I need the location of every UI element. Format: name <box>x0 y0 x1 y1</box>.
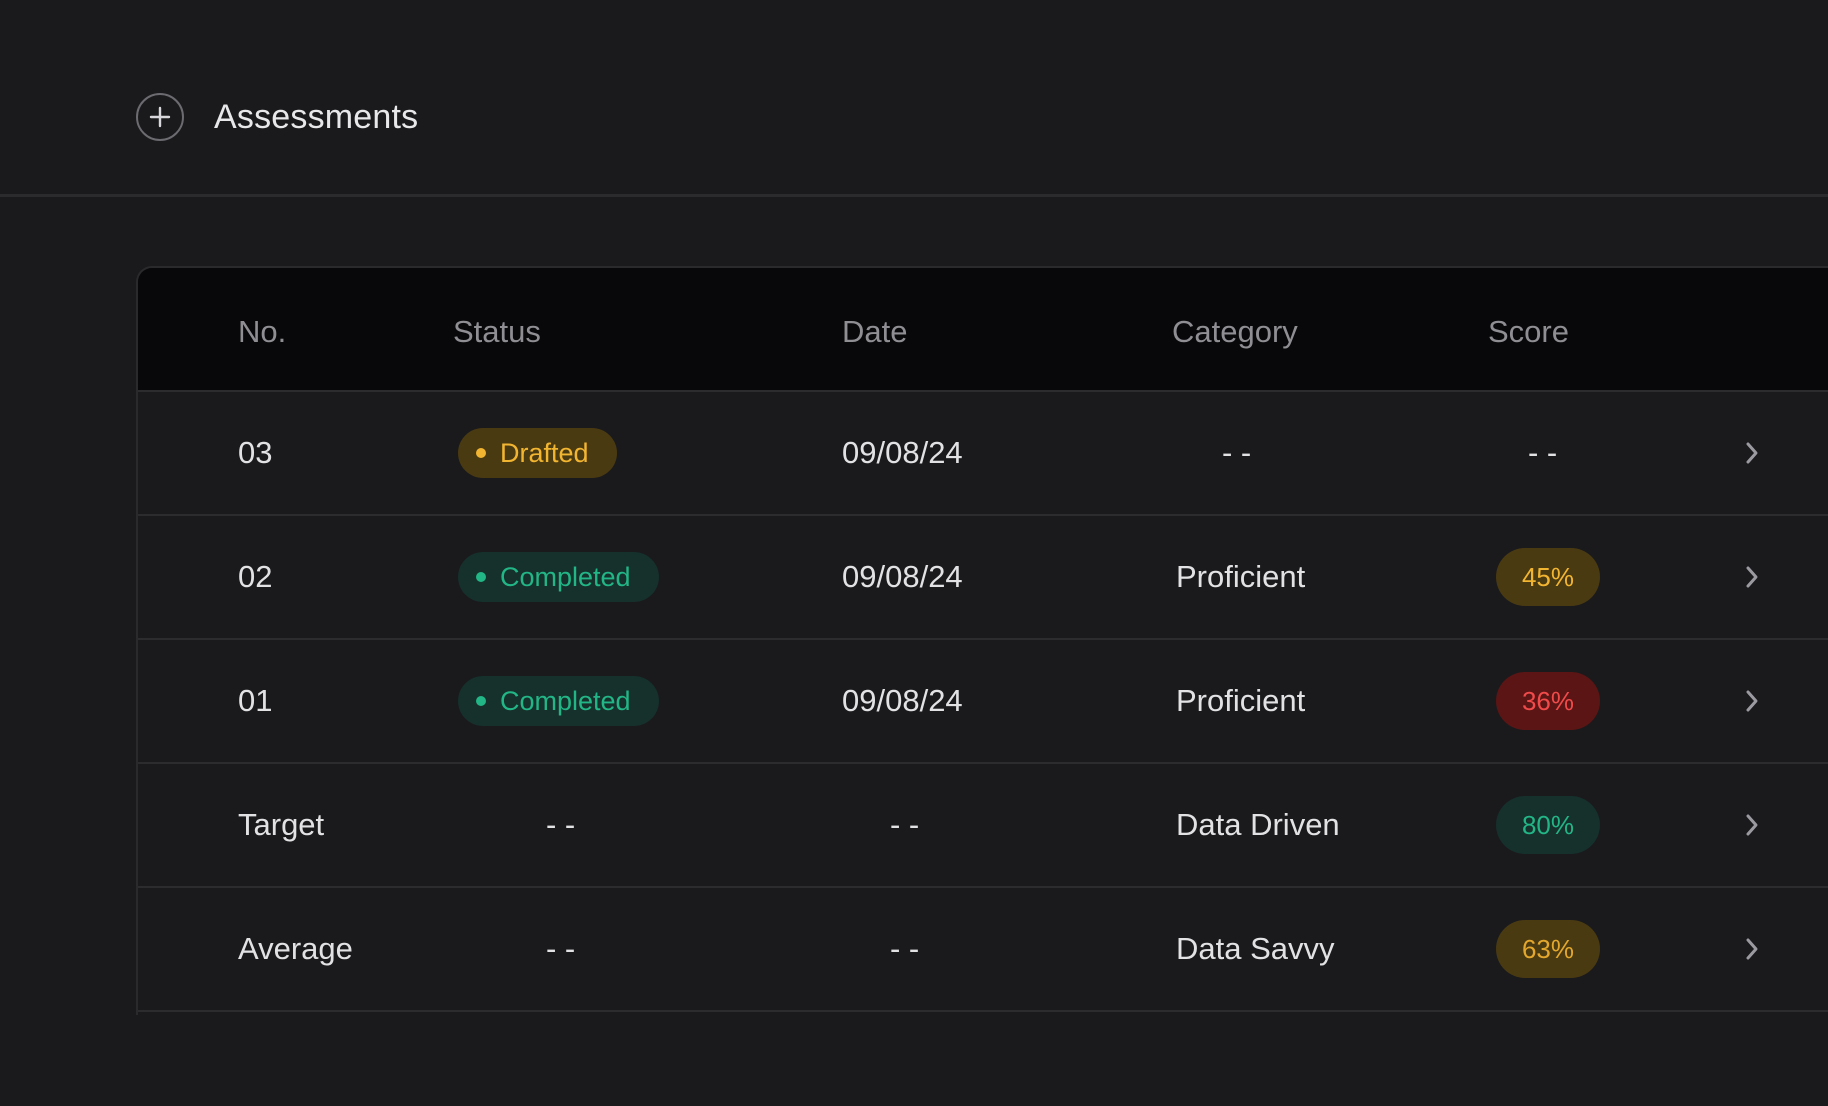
status-dot-icon <box>476 572 486 582</box>
table-row[interactable]: 03 Drafted 09/08/24 - - - - <box>138 392 1828 516</box>
row-category: - - <box>1222 435 1252 470</box>
column-header-date: Date <box>842 314 908 349</box>
score-cell: 36% <box>1496 640 1600 762</box>
row-number: 01 <box>238 683 273 718</box>
chevron-right-icon[interactable] <box>1744 640 1760 762</box>
status-dot-icon <box>476 448 486 458</box>
status-label: Completed <box>500 561 631 592</box>
row-category: Proficient <box>1176 559 1306 594</box>
row-status: - - <box>546 807 576 842</box>
table-row[interactable]: 01 Completed 09/08/24 Proficient 36% <box>138 640 1828 764</box>
score-cell: 45% <box>1496 516 1600 638</box>
chevron-right-icon[interactable] <box>1744 888 1760 1010</box>
table-row[interactable]: Target - - - - Data Driven 80% <box>138 764 1828 888</box>
status-cell: Completed <box>458 516 659 638</box>
score-cell: 80% <box>1496 764 1600 886</box>
score-badge: 80% <box>1496 796 1600 854</box>
row-date: 09/08/24 <box>842 683 963 718</box>
table-row[interactable]: Average - - - - Data Savvy 63% <box>138 888 1828 1012</box>
column-header-no: No. <box>238 314 287 349</box>
page-title: Assessments <box>214 98 419 136</box>
status-badge: Completed <box>458 676 659 726</box>
assessments-table: No. Status Date Category Score 03 Drafte… <box>136 266 1828 1015</box>
row-date: - - <box>890 931 920 966</box>
column-header-score: Score <box>1488 314 1569 349</box>
chevron-right-icon[interactable] <box>1744 392 1760 514</box>
chevron-right-icon[interactable] <box>1744 516 1760 638</box>
row-number: 03 <box>238 435 273 470</box>
score-badge: 45% <box>1496 548 1600 606</box>
row-number: 02 <box>238 559 273 594</box>
row-date: 09/08/24 <box>842 435 963 470</box>
status-label: Drafted <box>500 437 589 468</box>
status-label: Completed <box>500 685 631 716</box>
table-header: No. Status Date Category Score <box>138 268 1828 392</box>
status-cell: Completed <box>458 640 659 762</box>
row-category: Data Savvy <box>1176 931 1335 966</box>
row-score: - - <box>1528 435 1558 470</box>
status-badge: Drafted <box>458 428 617 478</box>
row-number: Average <box>238 931 353 966</box>
row-category: Data Driven <box>1176 807 1340 842</box>
status-cell: Drafted <box>458 392 617 514</box>
score-cell: 63% <box>1496 888 1600 1010</box>
score-badge: 36% <box>1496 672 1600 730</box>
column-header-status: Status <box>453 314 541 349</box>
column-header-category: Category <box>1172 314 1298 349</box>
chevron-right-icon[interactable] <box>1744 764 1760 886</box>
plus-icon <box>149 106 171 128</box>
row-status: - - <box>546 931 576 966</box>
table-row[interactable]: 02 Completed 09/08/24 Proficient 45% <box>138 516 1828 640</box>
row-date: 09/08/24 <box>842 559 963 594</box>
status-badge: Completed <box>458 552 659 602</box>
row-number: Target <box>238 807 325 842</box>
row-date: - - <box>890 807 920 842</box>
add-assessment-button[interactable] <box>136 93 184 141</box>
status-dot-icon <box>476 696 486 706</box>
row-category: Proficient <box>1176 683 1306 718</box>
page-header: Assessments <box>0 0 1828 197</box>
score-badge: 63% <box>1496 920 1600 978</box>
